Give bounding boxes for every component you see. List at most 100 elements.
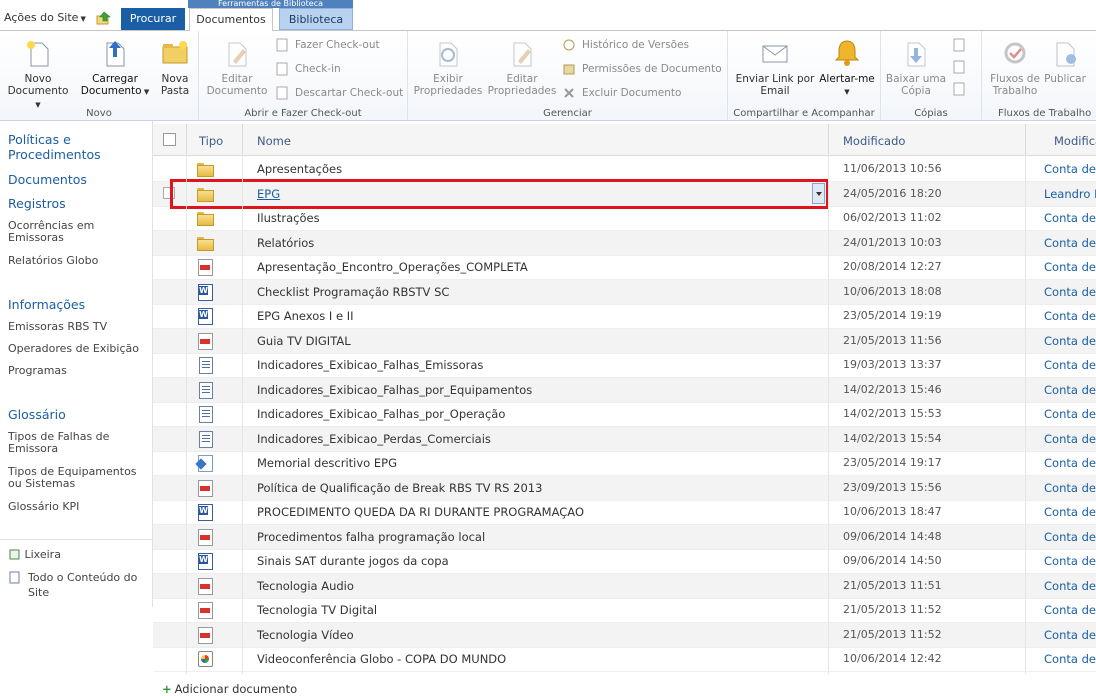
version-history-button[interactable]: Histórico de Versões: [562, 37, 689, 53]
nav-programas[interactable]: Programas: [8, 365, 67, 377]
item-name-link[interactable]: Tecnologia Audio: [257, 579, 354, 593]
nav-emissoras[interactable]: Emissoras RBS TV: [8, 321, 107, 333]
site-actions-menu[interactable]: Ações do Site ▼: [4, 11, 86, 24]
tab-procurar[interactable]: Procurar: [121, 8, 185, 30]
nav-politicas-procedimentos[interactable]: Políticas e Procedimentos: [8, 132, 138, 162]
discard-check-out-button[interactable]: Descartar Check-out: [275, 85, 403, 101]
check-out-button[interactable]: Fazer Check-out: [275, 37, 380, 53]
item-modified-by-link[interactable]: Conta de: [1044, 211, 1096, 225]
item-name-link[interactable]: Videoconferência Globo - COPA DO MUNDO: [257, 652, 506, 666]
nav-informacoes[interactable]: Informações: [8, 297, 85, 312]
item-modified-by-link[interactable]: Conta de: [1044, 432, 1096, 446]
item-name-link[interactable]: Relatórios: [257, 236, 314, 250]
item-name-link[interactable]: Ilustrações: [257, 211, 320, 225]
item-modified-by-link[interactable]: Conta de: [1044, 309, 1096, 323]
download-copy-button[interactable]: Baixar uma Cópia: [883, 37, 949, 97]
view-properties-button[interactable]: Exibir Propriedades: [412, 37, 484, 97]
copy-options-icons[interactable]: [951, 37, 971, 97]
table-row[interactable]: Memorial descritivo EPG 23/05/2014 19:17 C…: [153, 451, 1096, 476]
item-name-link[interactable]: Memorial descritivo EPG: [257, 456, 397, 470]
table-row[interactable]: EPG24/05/2016 18:20Leandro R: [153, 178, 1096, 209]
delete-document-button[interactable]: Excluir Documento: [562, 85, 681, 101]
item-modified-by-link[interactable]: Conta de: [1044, 481, 1096, 495]
item-modified-by-link[interactable]: Conta de: [1044, 628, 1096, 642]
nav-lixeira[interactable]: Lixeira: [8, 547, 61, 562]
item-name-link[interactable]: Checklist Programação RBSTV SC: [257, 285, 449, 299]
item-modified-by-link[interactable]: Conta de: [1044, 285, 1096, 299]
item-name-link[interactable]: PROCEDIMENTO QUEDA DA RI DURANTE PROGRAM…: [257, 505, 584, 519]
workflows-button[interactable]: Fluxos de Trabalho: [984, 37, 1046, 97]
table-row[interactable]: Guia TV DIGITAL 21/05/2013 11:56 Conta de: [153, 328, 1096, 354]
nav-registros[interactable]: Registros: [8, 196, 66, 211]
item-name-link[interactable]: Indicadores_Exibicao_Perdas_Comerciais: [257, 432, 491, 446]
table-row[interactable]: Checklist Programação RBSTV SC 10/06/2013…: [153, 279, 1096, 305]
item-modified-by-link[interactable]: Conta de: [1044, 383, 1096, 397]
edit-properties-button[interactable]: Editar Propriedades: [486, 37, 558, 97]
item-name-link[interactable]: Guia TV DIGITAL: [257, 334, 351, 348]
item-modified-by-link[interactable]: Conta de: [1044, 407, 1096, 421]
table-row[interactable]: Indicadores_Exibicao_Falhas_por_Operação…: [153, 402, 1096, 427]
table-row[interactable]: Procedimentos falha programação local 09/…: [153, 524, 1096, 550]
item-modified-by-link[interactable]: Conta de: [1044, 358, 1096, 372]
item-modified-by-link[interactable]: Conta de: [1044, 554, 1096, 568]
item-name-link[interactable]: Política de Qualificação de Break RBS TV…: [257, 481, 542, 495]
item-name-link[interactable]: Tecnologia TV Digital: [257, 603, 377, 617]
item-modified-by-link[interactable]: Conta de: [1044, 162, 1096, 176]
item-modified-by-link[interactable]: Conta de: [1044, 334, 1096, 348]
publish-button[interactable]: Publicar: [1042, 37, 1088, 85]
tab-documentos[interactable]: Documentos: [189, 8, 273, 31]
item-modified-by-link[interactable]: Conta de: [1044, 236, 1096, 250]
table-row[interactable]: Indicadores_Exibicao_Perdas_Comerciais 14…: [153, 426, 1096, 452]
nav-tipos-falhas[interactable]: Tipos de Falhas de Emissora: [8, 431, 128, 455]
item-name-link[interactable]: Tecnologia Vídeo: [257, 628, 354, 642]
document-permissions-button[interactable]: Permissões de Documento: [562, 61, 722, 77]
table-row[interactable]: Indicadores_Exibicao_Falhas_por_Equipame…: [153, 377, 1096, 403]
column-header-modificado[interactable]: Modificado: [843, 134, 905, 148]
item-name-link[interactable]: Apresentação_Encontro_Operações_COMPLETA: [257, 260, 528, 274]
nav-glossario[interactable]: Glossário: [8, 407, 66, 422]
add-document-link[interactable]: + Adicionar documento: [162, 682, 297, 696]
column-header-tipo[interactable]: Tipo: [199, 134, 223, 148]
nav-todo-conteudo[interactable]: Todo o Conteúdo do Site: [8, 570, 153, 600]
item-name-link[interactable]: Indicadores_Exibicao_Falhas_por_Operação: [257, 407, 505, 421]
item-modified-by-link[interactable]: Conta de: [1044, 603, 1096, 617]
item-name-link[interactable]: Indicadores_Exibicao_Falhas_Emissoras: [257, 358, 483, 372]
item-name-link[interactable]: Apresentações: [257, 162, 342, 176]
item-name-link[interactable]: Procedimentos falha programação local: [257, 530, 485, 544]
new-folder-button[interactable]: Nova Pasta: [154, 37, 196, 97]
nav-glossario-kpi[interactable]: Glossário KPI: [8, 501, 79, 513]
item-name-link[interactable]: Sinais SAT durante jogos da copa: [257, 554, 449, 568]
navigate-up-icon[interactable]: [96, 11, 112, 25]
nav-tipos-equipamentos[interactable]: Tipos de Equipamentos ou Sistemas: [8, 466, 148, 490]
item-modified-by-link[interactable]: Conta de: [1044, 456, 1096, 470]
item-modified-by-link[interactable]: Conta de: [1044, 652, 1096, 666]
table-row[interactable]: Indicadores_Exibicao_Falhas_Emissoras 19/…: [153, 353, 1096, 378]
check-in-button[interactable]: Check-in: [275, 61, 341, 77]
edit-document-button[interactable]: Editar Documento: [203, 37, 271, 97]
table-row[interactable]: Política de Qualificação de Break RBS TV…: [153, 475, 1096, 501]
select-all-checkbox[interactable]: [163, 133, 176, 146]
item-modified-by-link[interactable]: Conta de: [1044, 260, 1096, 274]
nav-relatorios-globo[interactable]: Relatórios Globo: [8, 255, 98, 267]
item-name-link[interactable]: EPG Anexos I e II: [257, 309, 354, 323]
table-row[interactable]: Sinais SAT durante jogos da copa 09/06/20…: [153, 549, 1096, 574]
table-row[interactable]: PROCEDIMENTO QUEDA DA RI DURANTE PROGRAM…: [153, 500, 1096, 525]
table-row[interactable]: Apresentação_Encontro_Operações_COMPLETA…: [153, 255, 1096, 280]
table-row[interactable]: Tecnologia TV Digital 21/05/2013 11:52 Con…: [153, 598, 1096, 623]
new-document-button[interactable]: Novo Documento ▼: [4, 37, 72, 111]
tab-biblioteca[interactable]: Biblioteca: [279, 8, 353, 30]
column-header-modificado-por[interactable]: Modificado: [1054, 134, 1096, 148]
table-row[interactable]: Tecnologia Vídeo 21/05/2013 11:52 Conta de: [153, 622, 1096, 648]
item-modified-by-link[interactable]: Conta de: [1044, 530, 1096, 544]
table-row[interactable]: Ilustrações 06/02/2013 11:02 Conta de: [153, 206, 1096, 231]
column-header-nome[interactable]: Nome: [257, 134, 291, 148]
nav-ocorrencias[interactable]: Ocorrências em Emissoras: [8, 220, 128, 244]
table-row[interactable]: EPG Anexos I e II 23/05/2014 19:19 Conta d…: [153, 304, 1096, 329]
table-row[interactable]: Relatórios 24/01/2013 10:03 Conta de: [153, 230, 1096, 256]
nav-operadores[interactable]: Operadores de Exibição: [8, 343, 139, 355]
table-row[interactable]: Tecnologia Audio 21/05/2013 11:51 Conta de: [153, 573, 1096, 599]
table-row[interactable]: Videoconferência Globo - COPA DO MUNDO 10…: [153, 647, 1096, 672]
item-modified-by-link[interactable]: Conta de: [1044, 505, 1096, 519]
item-modified-by-link[interactable]: Conta de: [1044, 579, 1096, 593]
item-modified-by-link[interactable]: Leandro R: [1044, 187, 1096, 201]
